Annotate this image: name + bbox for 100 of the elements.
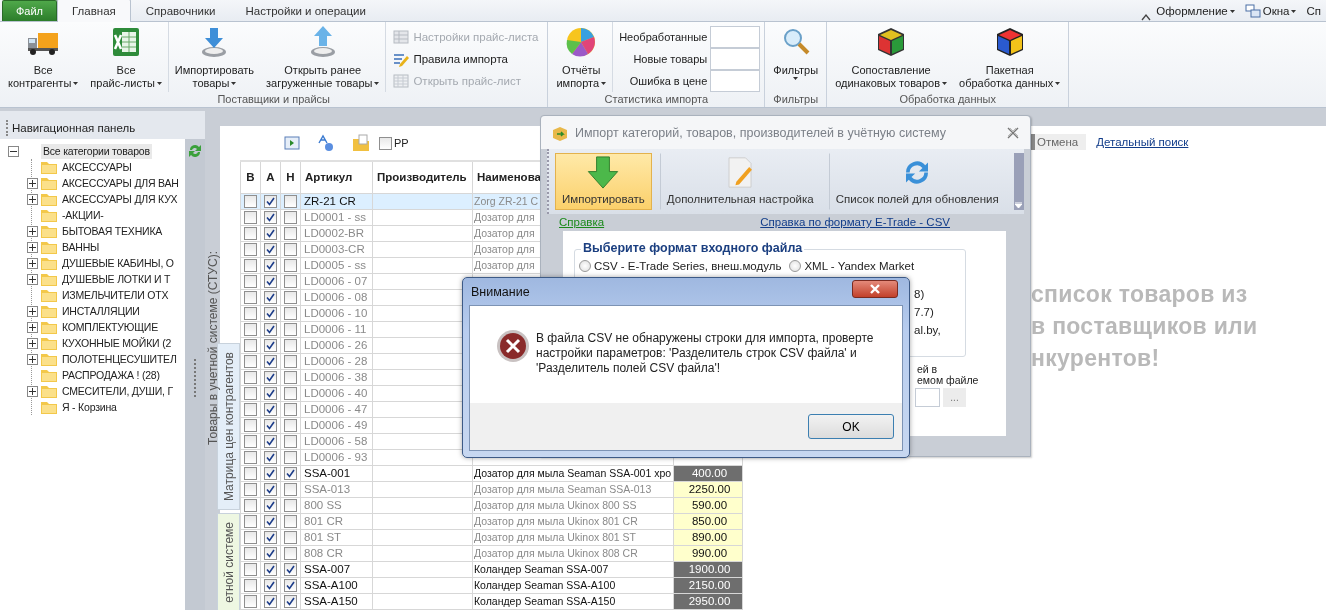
column-header[interactable]: А — [260, 161, 281, 193]
checkbox[interactable] — [284, 211, 297, 225]
tree-item[interactable]: РАСПРОДАЖА ! (28) — [60, 367, 162, 383]
checkbox[interactable] — [244, 243, 257, 257]
checkbox[interactable] — [284, 323, 297, 337]
expand-toggle[interactable] — [27, 273, 38, 285]
ribbon-button[interactable]: Открыть ранее загруженные товары — [260, 26, 386, 92]
tab[interactable]: Настройки и операции — [230, 0, 381, 21]
checkbox[interactable] — [264, 211, 277, 225]
tree-item[interactable]: ПОЛОТЕНЦЕСУШИТЕЛ — [60, 351, 179, 367]
checkbox[interactable] — [244, 259, 257, 273]
checkbox[interactable] — [284, 483, 297, 497]
checkbox[interactable] — [264, 483, 277, 497]
checkbox[interactable] — [264, 307, 277, 321]
checkbox[interactable] — [244, 387, 257, 401]
checkbox[interactable] — [244, 339, 257, 353]
checkbox[interactable] — [264, 355, 277, 369]
tree-item[interactable]: АКСЕССУАРЫ ДЛЯ КУХ — [60, 191, 180, 207]
column-header[interactable]: Н — [280, 161, 301, 193]
checkbox[interactable] — [284, 403, 297, 417]
checkbox[interactable] — [244, 579, 257, 593]
checkbox[interactable] — [264, 259, 277, 273]
checkbox[interactable] — [284, 387, 297, 401]
checkbox[interactable] — [284, 499, 297, 513]
checkbox[interactable] — [284, 467, 297, 481]
tree-item[interactable]: -АКЦИИ- — [60, 207, 106, 223]
column-header[interactable]: Артикул — [300, 161, 373, 193]
expand-toggle[interactable] — [27, 225, 38, 237]
tree-item[interactable]: АКСЕССУАРЫ ДЛЯ ВАН — [60, 175, 181, 191]
menu-item[interactable]: Оформление — [1151, 1, 1240, 21]
checkbox[interactable] — [244, 515, 257, 529]
expand-toggle[interactable] — [27, 337, 38, 349]
radio-option[interactable]: XML - Yandex Market — [789, 260, 915, 272]
toolbar-button[interactable]: Дополнительная настройка — [659, 153, 821, 210]
checkbox[interactable] — [264, 323, 277, 337]
tree-item[interactable]: ИЗМЕЛЬЧИТЕЛИ ОТХ — [60, 287, 171, 303]
tree-item[interactable]: ИНСТАЛЛЯЦИИ — [60, 303, 142, 319]
checkbox[interactable] — [244, 291, 257, 305]
checkbox[interactable] — [244, 499, 257, 513]
checkbox[interactable] — [244, 195, 257, 209]
checkbox[interactable] — [264, 467, 277, 481]
checkbox[interactable] — [264, 371, 277, 385]
expand-toggle[interactable] — [27, 305, 38, 317]
expand-toggle[interactable] — [27, 193, 38, 205]
checkbox[interactable] — [264, 563, 277, 577]
checkbox[interactable] — [284, 275, 297, 289]
checkbox[interactable] — [264, 227, 277, 241]
checkbox[interactable] — [244, 547, 257, 561]
checkbox[interactable] — [379, 136, 392, 150]
checkbox[interactable] — [264, 291, 277, 305]
checkbox[interactable] — [264, 547, 277, 561]
help-link[interactable]: Справка по формату E-Trade - CSV — [760, 216, 950, 231]
checkbox[interactable] — [284, 563, 297, 577]
expand-toggle[interactable] — [27, 241, 38, 253]
expand-toggle[interactable] — [27, 321, 38, 333]
checkbox[interactable] — [264, 403, 277, 417]
ribbon-button[interactable]: Фильтры — [767, 26, 825, 92]
ok-button[interactable]: OK — [808, 414, 894, 439]
menu-item[interactable]: Окна — [1239, 1, 1302, 21]
checkbox[interactable] — [284, 339, 297, 353]
tree-item[interactable]: Все категории товаров — [41, 143, 152, 159]
file-tab[interactable]: Файл — [2, 0, 57, 21]
checkbox[interactable] — [284, 547, 297, 561]
checkbox[interactable] — [244, 355, 257, 369]
ribbon-button[interactable]: Пакетная обработка данных — [953, 26, 1067, 92]
checkbox[interactable] — [284, 371, 297, 385]
ribbon-button[interactable]: Импортировать товары — [168, 26, 261, 92]
checkbox[interactable] — [284, 595, 297, 609]
input-field[interactable] — [915, 388, 940, 407]
checkbox[interactable] — [244, 371, 257, 385]
checkbox[interactable] — [284, 531, 297, 545]
checkbox[interactable] — [264, 531, 277, 545]
checkbox[interactable] — [284, 579, 297, 593]
checkbox[interactable] — [244, 531, 257, 545]
toolbar-button[interactable]: Список полей для обновления — [828, 153, 1006, 210]
checkbox[interactable] — [284, 259, 297, 273]
ribbon-button[interactable]: Сопоставление одинаковых товаров — [829, 26, 954, 92]
tree-item[interactable]: БЫТОВАЯ ТЕХНИКА — [60, 223, 165, 239]
ribbon-button[interactable]: Правила импорта — [390, 48, 542, 70]
checkbox[interactable] — [244, 211, 257, 225]
checkbox[interactable] — [264, 579, 277, 593]
expand-toggle[interactable] — [27, 257, 38, 269]
tree-item[interactable]: ДУШЕВЫЕ ЛОТКИ И Т — [60, 271, 173, 287]
tree-item[interactable]: СМЕСИТЕЛИ, ДУШИ, Г — [60, 383, 176, 399]
checkbox[interactable] — [284, 291, 297, 305]
expand-toggle[interactable] — [27, 177, 38, 189]
toolbar-button[interactable]: Импортировать — [555, 153, 652, 210]
checkbox[interactable] — [284, 435, 297, 449]
expand-toggle[interactable] — [27, 385, 38, 397]
checkbox[interactable] — [264, 339, 277, 353]
checkbox[interactable] — [264, 243, 277, 257]
checkbox[interactable] — [244, 323, 257, 337]
checkbox[interactable] — [284, 515, 297, 529]
checkbox[interactable] — [284, 419, 297, 433]
expand-toggle[interactable] — [8, 145, 19, 157]
checkbox[interactable] — [284, 355, 297, 369]
checkbox[interactable] — [264, 499, 277, 513]
checkbox[interactable] — [264, 195, 277, 209]
checkbox[interactable] — [264, 275, 277, 289]
checkbox[interactable] — [264, 515, 277, 529]
